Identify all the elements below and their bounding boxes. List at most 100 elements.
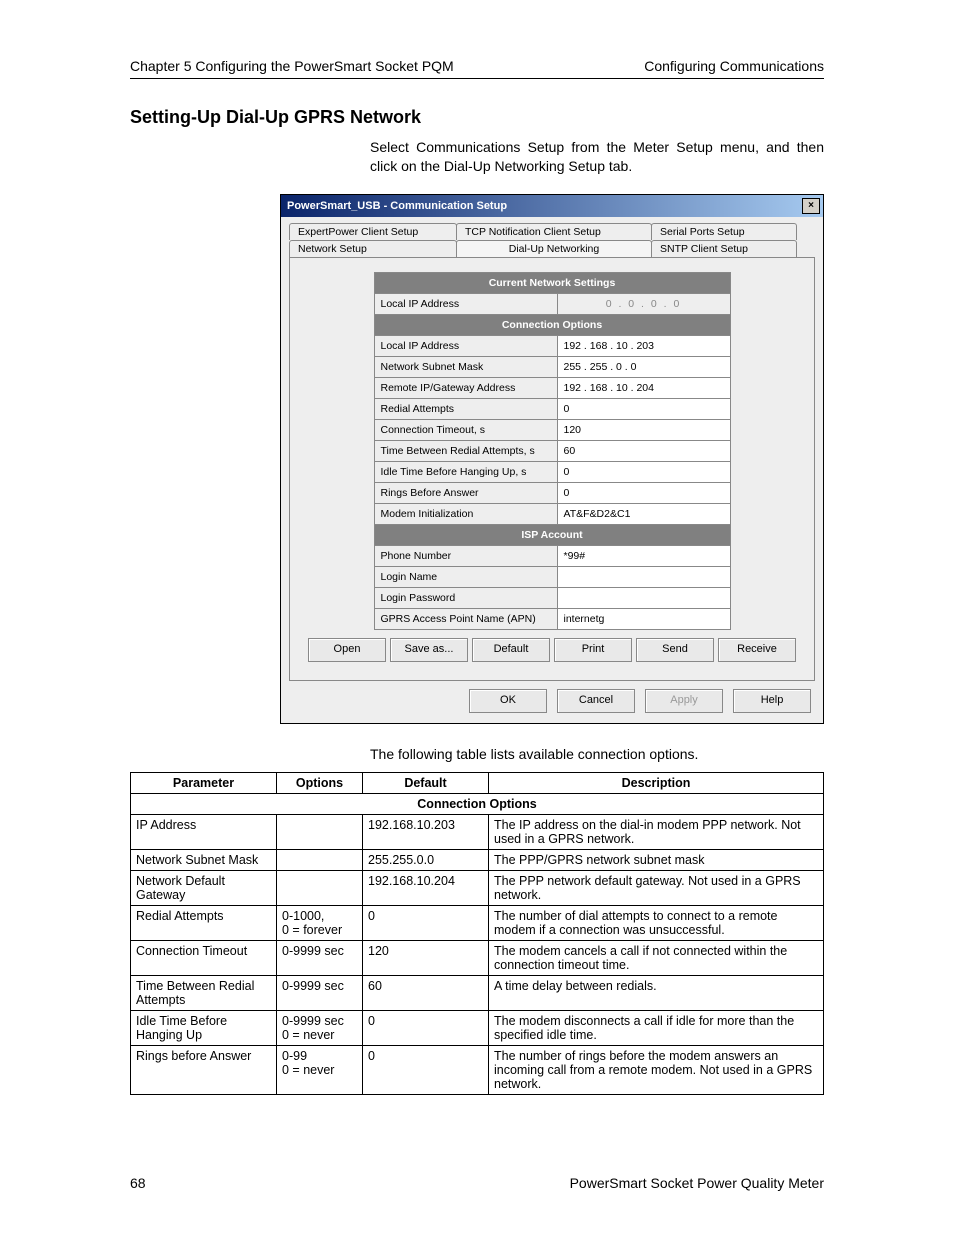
- close-icon[interactable]: ×: [802, 198, 820, 214]
- table-row: Rings Before Answer0: [374, 482, 730, 503]
- field-value[interactable]: internetg: [557, 608, 730, 629]
- send-button[interactable]: Send: [636, 638, 714, 662]
- tab-dialup-networking[interactable]: Dial-Up Networking: [456, 240, 652, 257]
- page-header: Chapter 5 Configuring the PowerSmart Soc…: [130, 58, 824, 79]
- table-row: Login Name: [374, 566, 730, 587]
- dialog-bottom-buttons: OK Cancel Apply Help: [293, 689, 811, 713]
- tab-network-setup[interactable]: Network Setup: [289, 240, 457, 257]
- cell-def: 0: [363, 905, 489, 940]
- table-row: Rings before Answer0-99 0 = never0The nu…: [131, 1045, 824, 1094]
- header-right: Configuring Communications: [644, 58, 824, 74]
- post-dialog-text: The following table lists available conn…: [370, 746, 824, 762]
- table-row: Connection Timeout, s120: [374, 419, 730, 440]
- saveas-button[interactable]: Save as...: [390, 638, 468, 662]
- cell-opt: 0-1000, 0 = forever: [277, 905, 363, 940]
- cell-desc: The number of rings before the modem ans…: [489, 1045, 824, 1094]
- table-row: Redial Attempts0-1000, 0 = forever0The n…: [131, 905, 824, 940]
- tab-sntp-client[interactable]: SNTP Client Setup: [651, 240, 797, 257]
- cell-param: Rings before Answer: [131, 1045, 277, 1094]
- cell-def: 192.168.10.203: [363, 814, 489, 849]
- table-row: Idle Time Before Hanging Up, s0: [374, 461, 730, 482]
- cell-def: 0: [363, 1045, 489, 1094]
- cell-desc: The IP address on the dial-in modem PPP …: [489, 814, 824, 849]
- th-parameter: Parameter: [131, 772, 277, 793]
- field-value[interactable]: 120: [557, 419, 730, 440]
- field-label: Redial Attempts: [374, 398, 557, 419]
- table-row: Phone Number*99#: [374, 545, 730, 566]
- header-left: Chapter 5 Configuring the PowerSmart Soc…: [130, 58, 454, 74]
- doc-title: PowerSmart Socket Power Quality Meter: [570, 1175, 824, 1191]
- tab-serial-ports[interactable]: Serial Ports Setup: [651, 223, 797, 240]
- tab-tcp-notify[interactable]: TCP Notification Client Setup: [456, 223, 652, 240]
- open-button[interactable]: Open: [308, 638, 386, 662]
- table-row: Network Default Gateway192.168.10.204The…: [131, 870, 824, 905]
- field-value[interactable]: 60: [557, 440, 730, 461]
- cell-param: IP Address: [131, 814, 277, 849]
- cell-desc: The number of dial attempts to connect t…: [489, 905, 824, 940]
- field-value[interactable]: 0: [557, 461, 730, 482]
- table-row: Remote IP/Gateway Address192 . 168 . 10 …: [374, 377, 730, 398]
- field-label: Local IP Address: [374, 335, 557, 356]
- field-value[interactable]: 192 . 168 . 10 . 204: [557, 377, 730, 398]
- action-button-row: Open Save as... Default Print Send Recei…: [308, 638, 796, 662]
- field-value[interactable]: [557, 566, 730, 587]
- cell-def: 0: [363, 1010, 489, 1045]
- tabstrip: ExpertPower Client Setup TCP Notificatio…: [281, 217, 823, 257]
- cell-param: Time Between Redial Attempts: [131, 975, 277, 1010]
- cancel-button[interactable]: Cancel: [557, 689, 635, 713]
- field-label: Local IP Address: [374, 293, 557, 314]
- cell-opt: [277, 814, 363, 849]
- field-label: Phone Number: [374, 545, 557, 566]
- isp-account-header: ISP Account: [374, 524, 730, 545]
- field-label: Rings Before Answer: [374, 482, 557, 503]
- tab-expertpower[interactable]: ExpertPower Client Setup: [289, 223, 457, 240]
- default-button[interactable]: Default: [472, 638, 550, 662]
- print-button[interactable]: Print: [554, 638, 632, 662]
- cell-opt: [277, 870, 363, 905]
- apply-button[interactable]: Apply: [645, 689, 723, 713]
- cell-param: Network Default Gateway: [131, 870, 277, 905]
- table-row: Network Subnet Mask255.255.0.0The PPP/GP…: [131, 849, 824, 870]
- table-row: Redial Attempts0: [374, 398, 730, 419]
- cell-opt: 0-9999 sec: [277, 940, 363, 975]
- cell-opt: 0-9999 sec 0 = never: [277, 1010, 363, 1045]
- cell-desc: A time delay between redials.: [489, 975, 824, 1010]
- comm-setup-dialog: PowerSmart_USB - Communication Setup × E…: [280, 194, 824, 724]
- ok-button[interactable]: OK: [469, 689, 547, 713]
- field-value[interactable]: 0: [557, 398, 730, 419]
- receive-button[interactable]: Receive: [718, 638, 796, 662]
- table-row: IP Address 192.168.10.203The IP address o…: [131, 814, 824, 849]
- cell-desc: The PPP network default gateway. Not use…: [489, 870, 824, 905]
- field-value[interactable]: 192 . 168 . 10 . 203: [557, 335, 730, 356]
- table-row: Local IP Address192 . 168 . 10 . 203: [374, 335, 730, 356]
- field-label: Login Name: [374, 566, 557, 587]
- field-value[interactable]: 0: [557, 482, 730, 503]
- field-value[interactable]: 255 . 255 . 0 . 0: [557, 356, 730, 377]
- cell-def: 60: [363, 975, 489, 1010]
- cell-opt: 0-9999 sec: [277, 975, 363, 1010]
- page-footer: 68 PowerSmart Socket Power Quality Meter: [130, 1175, 824, 1191]
- cell-param: Redial Attempts: [131, 905, 277, 940]
- help-button[interactable]: Help: [733, 689, 811, 713]
- table-row: Idle Time Before Hanging Up0-9999 sec 0 …: [131, 1010, 824, 1045]
- page-number: 68: [130, 1175, 146, 1191]
- cell-param: Network Subnet Mask: [131, 849, 277, 870]
- field-value[interactable]: AT&F&D2&C1: [557, 503, 730, 524]
- table-row: Connection Timeout0-9999 sec120The modem…: [131, 940, 824, 975]
- intro-text: Select Communications Setup from the Met…: [370, 138, 824, 176]
- field-value[interactable]: [557, 587, 730, 608]
- table-row: Time Between Redial Attempts, s60: [374, 440, 730, 461]
- field-label: Login Password: [374, 587, 557, 608]
- tab-panel: Current Network Settings Local IP Addres…: [289, 257, 815, 681]
- th-options: Options: [277, 772, 363, 793]
- field-label: Network Subnet Mask: [374, 356, 557, 377]
- param-section-header: Connection Options: [131, 793, 824, 814]
- table-row: Time Between Redial Attempts0-9999 sec60…: [131, 975, 824, 1010]
- cell-def: 120: [363, 940, 489, 975]
- table-row: GPRS Access Point Name (APN)internetg: [374, 608, 730, 629]
- cell-desc: The PPP/GPRS network subnet mask: [489, 849, 824, 870]
- dialog-title: PowerSmart_USB - Communication Setup: [287, 200, 507, 212]
- table-row: Network Subnet Mask255 . 255 . 0 . 0: [374, 356, 730, 377]
- conn-options-header: Connection Options: [374, 314, 730, 335]
- field-value[interactable]: *99#: [557, 545, 730, 566]
